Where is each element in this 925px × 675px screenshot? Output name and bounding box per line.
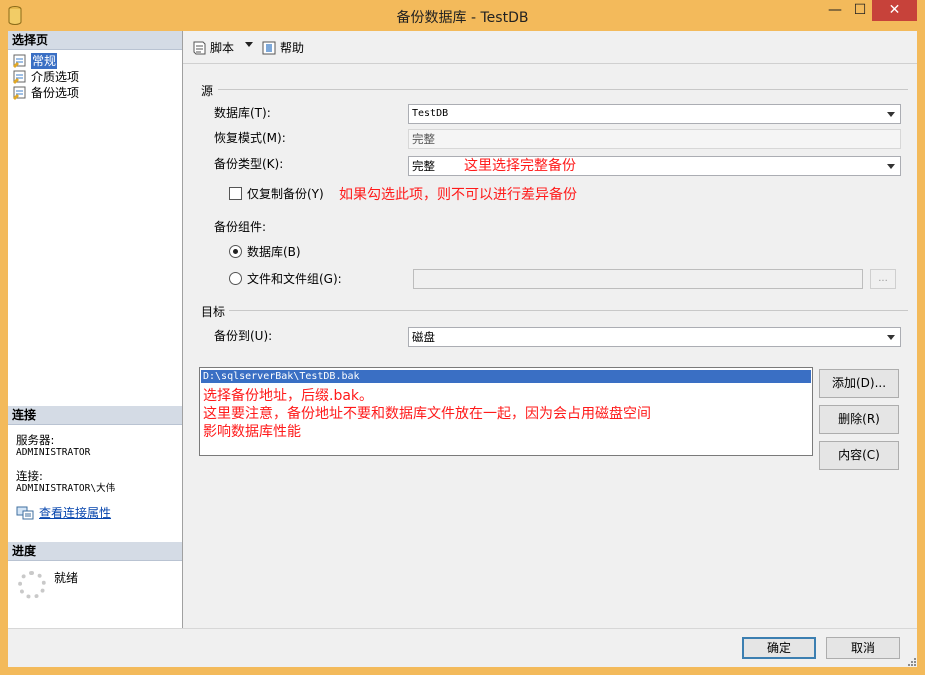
page-icon <box>13 70 26 84</box>
cancel-button[interactable]: 取消 <box>826 637 900 659</box>
source-divider <box>218 89 908 90</box>
page-item-backup-options[interactable]: 备份选项 <box>12 85 79 101</box>
script-label: 脚本 <box>210 41 235 55</box>
dialog-footer: 确定 取消 <box>8 628 917 667</box>
chevron-down-icon[interactable] <box>883 158 899 174</box>
destination-annotation-line: 影响数据库性能 <box>203 424 301 440</box>
page-icon <box>13 54 26 68</box>
database-label: 数据库(T): <box>214 106 271 120</box>
backup-type-label: 备份类型(K): <box>214 157 284 171</box>
remove-destination-button[interactable]: 删除(R) <box>819 405 899 434</box>
page-item-media-options[interactable]: 介质选项 <box>12 69 79 85</box>
general-page: 脚本 帮助 源 数据库(T): TestDB 恢复模式(M): 完整 备份类型(… <box>183 31 917 628</box>
copy-only-label[interactable]: 仅复制备份(Y) <box>247 185 324 202</box>
page-label-media-options: 介质选项 <box>31 70 80 84</box>
script-icon <box>193 41 206 54</box>
window-title: 备份数据库 - TestDB <box>396 10 529 26</box>
toolbar: 脚本 帮助 <box>183 31 917 64</box>
connection-properties-icon <box>16 506 34 519</box>
connection-value: ADMINISTRATOR\大伟 <box>16 483 116 494</box>
backup-destination-list[interactable]: D:\sqlserverBak\TestDB.bak 选择备份地址，后缀.bak… <box>199 367 813 456</box>
help-label: 帮助 <box>280 41 305 55</box>
filegroup-input <box>413 269 863 289</box>
backup-type-value: 完整 <box>412 159 435 173</box>
help-button[interactable]: 帮助 <box>261 39 304 56</box>
component-database-radio[interactable] <box>229 245 242 258</box>
view-connection-properties-text: 查看连接属性 <box>39 506 112 520</box>
chevron-down-icon[interactable] <box>883 329 899 345</box>
database-value: TestDB <box>412 108 449 119</box>
backup-type-annotation: 这里选择完整备份 <box>464 158 576 174</box>
view-connection-properties-link[interactable]: 查看连接属性 <box>16 504 111 521</box>
filegroup-browse-button: ... <box>870 269 896 289</box>
component-database-label[interactable]: 数据库(B) <box>247 243 301 260</box>
destination-contents-button[interactable]: 内容(C) <box>819 441 899 470</box>
chevron-down-icon[interactable] <box>883 106 899 122</box>
connection-label: 连接: <box>16 469 43 483</box>
page-icon <box>13 86 26 100</box>
help-icon <box>262 41 276 54</box>
add-destination-button[interactable]: 添加(D)... <box>819 369 899 398</box>
component-files-radio[interactable] <box>229 272 242 285</box>
ok-button[interactable]: 确定 <box>742 637 816 659</box>
database-select[interactable]: TestDB <box>408 104 901 124</box>
backup-to-label: 备份到(U): <box>214 329 273 343</box>
title-bar[interactable]: 备份数据库 - TestDB — ☐ ✕ <box>0 0 925 31</box>
destination-annotation-line: 这里要注意，备份地址不要和数据库文件放在一起，因为会占用磁盘空间 <box>203 406 651 422</box>
select-page-header: 选择页 <box>8 31 182 50</box>
recovery-model-field: 完整 <box>408 129 901 149</box>
destination-divider <box>229 310 908 311</box>
script-button[interactable]: 脚本 <box>191 39 234 56</box>
copy-only-annotation: 如果勾选此项，则不可以进行差异备份 <box>339 187 577 203</box>
script-dropdown-icon[interactable] <box>245 42 253 47</box>
backup-to-value: 磁盘 <box>412 330 435 344</box>
backup-database-dialog: 备份数据库 - TestDB — ☐ ✕ 选择页 常规 介质选项 备份选项 连接… <box>0 0 925 675</box>
close-button[interactable]: ✕ <box>872 0 917 21</box>
maximize-button[interactable]: ☐ <box>848 0 872 21</box>
recovery-model-label: 恢复模式(M): <box>214 131 286 145</box>
progress-spinner-icon <box>18 571 46 599</box>
server-value: ADMINISTRATOR <box>16 447 91 458</box>
destination-list-item[interactable]: D:\sqlserverBak\TestDB.bak <box>201 370 811 383</box>
server-label: 服务器: <box>16 433 55 447</box>
destination-annotation-line: 选择备份地址，后缀.bak。 <box>203 388 374 404</box>
page-item-general[interactable]: 常规 <box>12 53 58 69</box>
component-files-label[interactable]: 文件和文件组(G): <box>247 270 342 287</box>
page-label-general: 常规 <box>31 53 58 69</box>
progress-status: 就绪 <box>54 571 79 585</box>
page-label-backup-options: 备份选项 <box>31 86 80 100</box>
progress-header: 进度 <box>8 542 182 561</box>
destination-section-title: 目标 <box>201 305 226 319</box>
connection-header: 连接 <box>8 406 182 425</box>
dialog-client-area: 选择页 常规 介质选项 备份选项 连接 服务器: ADMINISTRATOR 连… <box>8 31 917 667</box>
left-pane: 选择页 常规 介质选项 备份选项 连接 服务器: ADMINISTRATOR 连… <box>8 31 183 628</box>
backup-to-select[interactable]: 磁盘 <box>408 327 901 347</box>
source-section-title: 源 <box>201 84 214 98</box>
minimize-button[interactable]: — <box>822 0 848 21</box>
resize-grip-icon[interactable] <box>905 655 917 667</box>
copy-only-checkbox[interactable] <box>229 187 242 200</box>
backup-component-label: 备份组件: <box>214 220 267 234</box>
